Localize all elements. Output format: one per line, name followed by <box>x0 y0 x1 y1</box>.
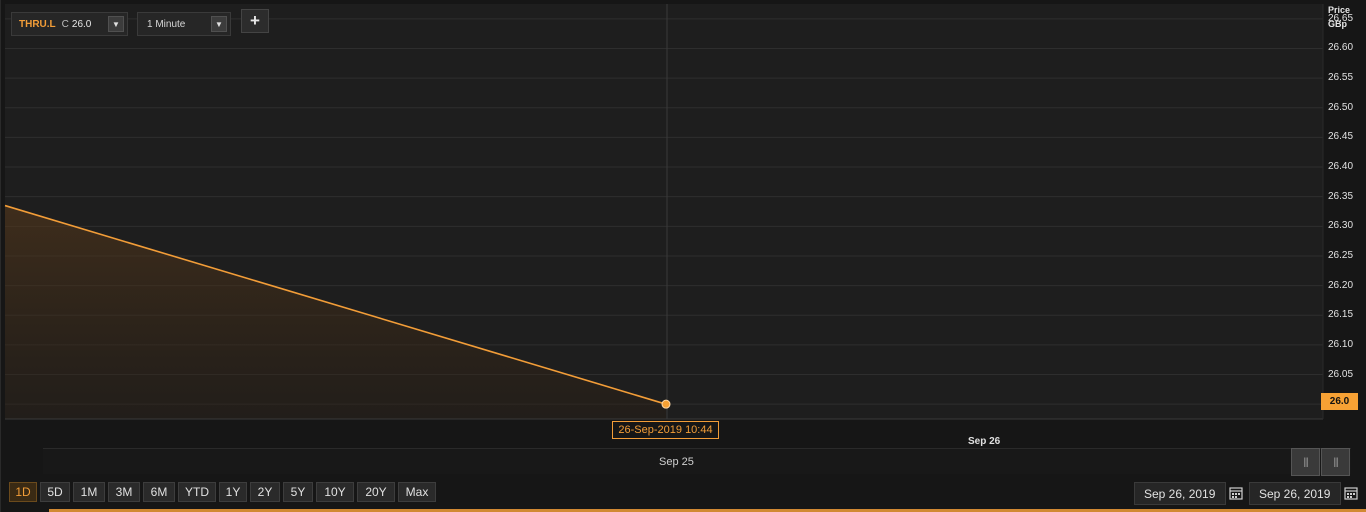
y-tick-label: 26.55 <box>1328 72 1354 84</box>
range-button-ytd[interactable]: YTD <box>178 482 216 502</box>
range-button-3m[interactable]: 3M <box>108 482 140 502</box>
range-button-10y[interactable]: 10Y <box>316 482 354 502</box>
y-tick-label: 26.15 <box>1328 309 1354 321</box>
chart-window: THRU.L C 26.0 ▼ 1 Minute ▼ + Price GBp 2… <box>0 0 1366 512</box>
navigator-right-handle[interactable]: ||| <box>1321 448 1350 476</box>
y-tick-label: 26.25 <box>1328 249 1354 261</box>
interval-label: 1 Minute <box>147 18 186 30</box>
instrument-ric: THRU.L <box>19 18 56 30</box>
end-date-field[interactable]: Sep 26, 2019 <box>1249 482 1341 505</box>
chevron-down-icon[interactable]: ▼ <box>211 16 227 32</box>
y-tick-label: 26.30 <box>1328 220 1354 232</box>
navigator[interactable] <box>43 448 1351 474</box>
range-button-5d[interactable]: 5D <box>40 482 70 502</box>
last-data-point[interactable] <box>661 399 671 409</box>
price-area <box>5 205 666 419</box>
range-button-5y[interactable]: 5Y <box>283 482 313 502</box>
start-date-field[interactable]: Sep 26, 2019 <box>1134 482 1226 505</box>
y-tick-label: 26.60 <box>1328 42 1354 54</box>
range-button-2y[interactable]: 2Y <box>250 482 280 502</box>
navigator-date-label: Sep 25 <box>659 456 694 468</box>
close-label: C <box>61 18 69 30</box>
crosshair-time-label: 26-Sep-2019 10:44 <box>612 421 719 439</box>
range-button-1m[interactable]: 1M <box>73 482 105 502</box>
calendar-icon[interactable] <box>1229 486 1243 500</box>
range-button-1d[interactable]: 1D <box>9 482 37 502</box>
y-tick-label: 26.40 <box>1328 161 1354 173</box>
y-tick-label: 26.45 <box>1328 131 1354 143</box>
last-price-tag: 26.0 <box>1321 393 1358 410</box>
y-tick-label: 26.35 <box>1328 190 1354 202</box>
chevron-down-icon[interactable]: ▼ <box>108 16 124 32</box>
y-tick-label: 26.05 <box>1328 368 1354 380</box>
range-button-max[interactable]: Max <box>398 482 436 502</box>
range-button-20y[interactable]: 20Y <box>357 482 395 502</box>
calendar-icon[interactable] <box>1344 486 1358 500</box>
date-label-upper: Sep 26 <box>968 436 1001 447</box>
add-series-button[interactable]: + <box>241 9 269 33</box>
y-tick-label: 26.20 <box>1328 279 1354 291</box>
y-tick-label: 26.65 <box>1328 12 1354 24</box>
y-tick-label: 26.50 <box>1328 101 1354 113</box>
navigator-left-handle[interactable]: ||| <box>1291 448 1320 476</box>
range-button-6m[interactable]: 6M <box>143 482 175 502</box>
range-button-1y[interactable]: 1Y <box>219 482 247 502</box>
instrument-selector[interactable]: THRU.L C 26.0 ▼ <box>11 12 128 36</box>
close-value: 26.0 <box>71 18 92 30</box>
y-tick-label: 26.10 <box>1328 338 1354 350</box>
interval-selector[interactable]: 1 Minute ▼ <box>137 12 231 36</box>
